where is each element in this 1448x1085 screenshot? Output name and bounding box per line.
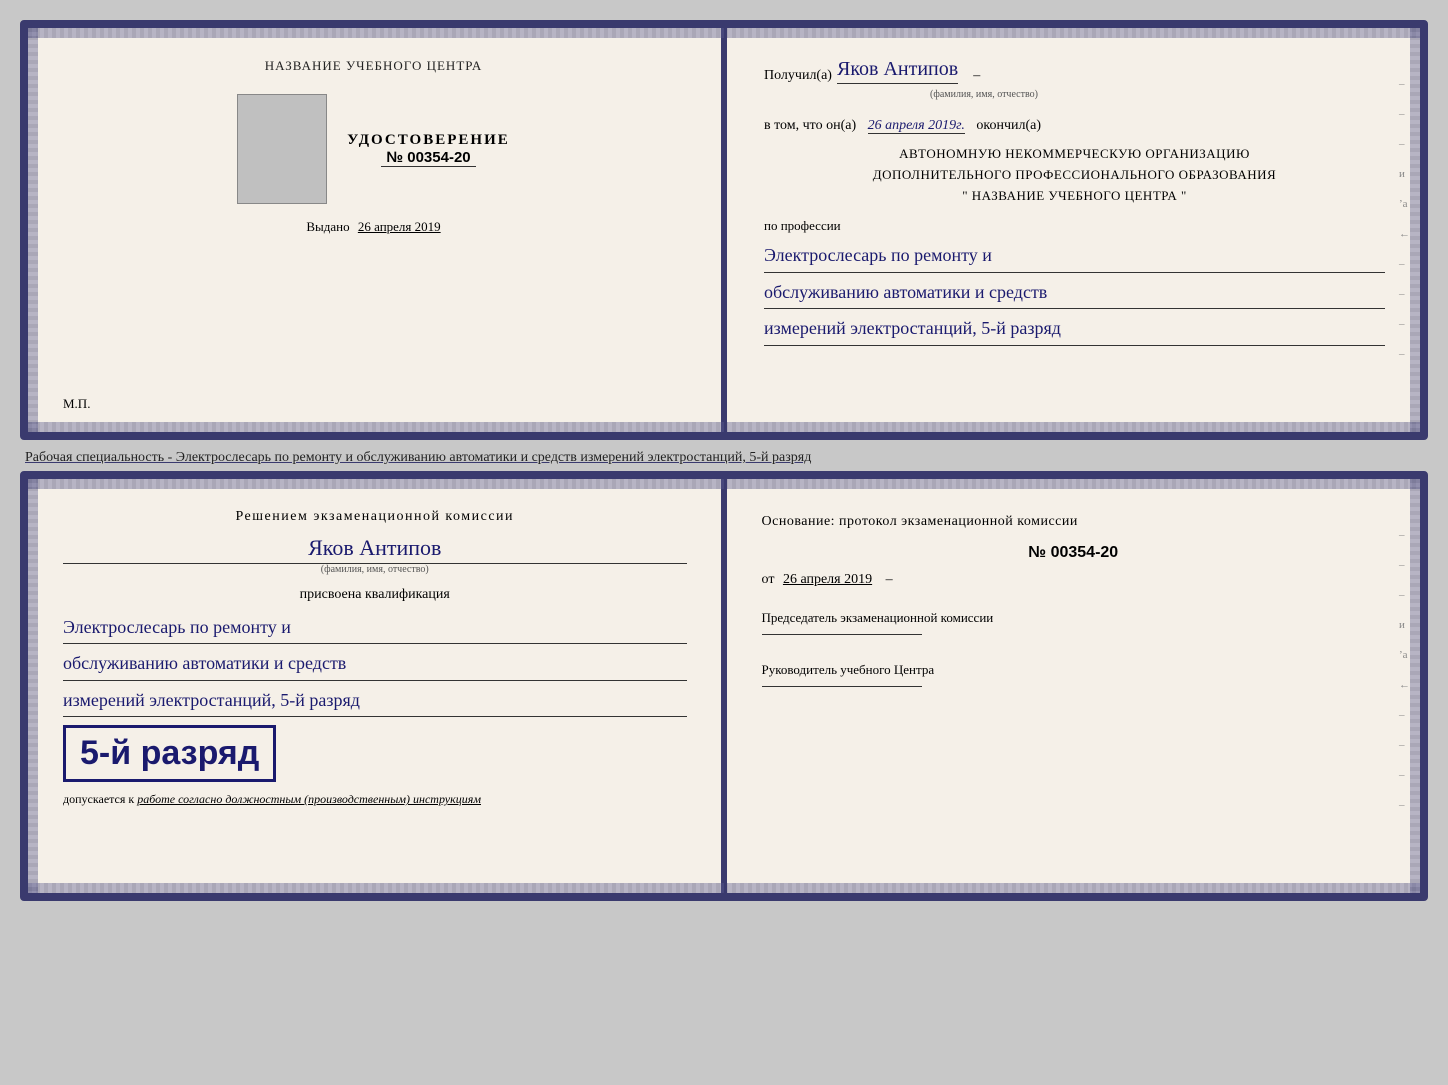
predsedatel-signature-line (762, 634, 922, 635)
dopuskaetsya-prefix: допускается к (63, 792, 134, 806)
osnovanie-block: Основание: протокол экзаменационной коми… (762, 509, 1386, 534)
recipient-name: Яков Антипов (837, 58, 958, 84)
vtom-line: в том, что он(а) 26 апреля 2019г. окончи… (764, 118, 1385, 134)
recipient-name-note: (фамилия, имя, отчество) (834, 89, 1134, 100)
osnovanie-prefix: Основание: протокол экзаменационной коми… (762, 514, 1078, 529)
top-book-left-page: НАЗВАНИЕ УЧЕБНОГО ЦЕНТРА УДОСТОВЕРЕНИЕ №… (28, 28, 724, 432)
side-marks-top: – – – и ʼа ← – – – – (1399, 78, 1410, 360)
po-professii-label: по профессии (764, 218, 1385, 234)
predsedatel-title: Председатель экзаменационной комиссии (762, 608, 1386, 629)
bottom-profession-line2: обслуживанию автоматики и средств (63, 647, 687, 680)
page-wrapper: НАЗВАНИЕ УЧЕБНОГО ЦЕНТРА УДОСТОВЕРЕНИЕ №… (20, 20, 1428, 901)
vydano-line: Выдано 26 апреля 2019 (306, 219, 440, 235)
udostoverenie-title: УДОСТОВЕРЕНИЕ (347, 132, 510, 149)
bottom-profession-line1: Электрослесарь по ремонту и (63, 611, 687, 644)
bottom-person-name: Яков Антипов (63, 535, 687, 564)
profession-line3: измерений электростанций, 5-й разряд (764, 312, 1385, 345)
bottom-diploma-book: Решением экзаменационной комиссии Яков А… (20, 471, 1428, 901)
top-diploma-book: НАЗВАНИЕ УЧЕБНОГО ЦЕНТРА УДОСТОВЕРЕНИЕ №… (20, 20, 1428, 440)
middle-text-content: Рабочая специальность - Электрослесарь п… (25, 450, 811, 465)
middle-text: Рабочая специальность - Электрослесарь п… (20, 440, 1428, 471)
ot-date: 26 апреля 2019 (783, 572, 872, 587)
prisvoena-label: присвоена квалификация (63, 587, 687, 603)
dash-right: – (886, 572, 893, 587)
dopuskaetsya-text: работе согласно должностным (производств… (137, 792, 481, 806)
mp-label: М.П. (63, 396, 90, 412)
udostoverenie-block: УДОСТОВЕРЕНИЕ № 00354-20 (347, 132, 510, 167)
profession-line2: обслуживанию автоматики и средств (764, 276, 1385, 309)
rank-box: 5-й разряд (63, 725, 276, 782)
org-line3: " НАЗВАНИЕ УЧЕБНОГО ЦЕНТРА " (764, 186, 1385, 207)
rukovoditel-title: Руководитель учебного Центра (762, 660, 1386, 681)
bottom-book-left-page: Решением экзаменационной комиссии Яков А… (28, 479, 722, 893)
bottom-name-note: (фамилия, имя, отчество) (63, 564, 687, 575)
bottom-profession-line3: измерений электростанций, 5-й разряд (63, 684, 687, 717)
poluchil-line: Получил(а) Яков Антипов – (764, 58, 1385, 84)
left-center-title: НАЗВАНИЕ УЧЕБНОГО ЦЕНТРА (265, 58, 482, 74)
rukovoditel-signature-line (762, 686, 922, 687)
vtom-prefix: в том, что он(а) (764, 118, 856, 133)
photo-row: УДОСТОВЕРЕНИЕ № 00354-20 (63, 94, 684, 204)
photo-placeholder (237, 94, 327, 204)
profession-line1: Электрослесарь по ремонту и (764, 239, 1385, 272)
vydano-date: 26 апреля 2019 (358, 219, 441, 234)
person-name-block: Яков Антипов (фамилия, имя, отчество) (63, 535, 687, 575)
udostoverenie-number: № 00354-20 (381, 149, 475, 167)
dash1: – (973, 68, 980, 84)
poluchil-prefix: Получил(а) (764, 68, 832, 84)
reshenie-title: Решением экзаменационной комиссии (63, 509, 687, 525)
bottom-book-right-page: Основание: протокол экзаменационной коми… (722, 479, 1421, 893)
top-book-right-page: Получил(а) Яков Антипов – (фамилия, имя,… (724, 28, 1420, 432)
okonchil-text: окончил(а) (976, 118, 1041, 133)
rank-text: 5-й разряд (80, 734, 259, 772)
vydano-prefix: Выдано (306, 219, 349, 234)
ot-line: от 26 апреля 2019 – (762, 572, 1386, 588)
org-line2: ДОПОЛНИТЕЛЬНОГО ПРОФЕССИОНАЛЬНОГО ОБРАЗО… (764, 165, 1385, 186)
protocol-number: № 00354-20 (762, 544, 1386, 562)
rukovoditel-block: Руководитель учебного Центра (762, 660, 1386, 687)
dopuskaetsya-block: допускается к работе согласно должностны… (63, 792, 687, 807)
vtom-date: 26 апреля 2019г. (868, 118, 965, 134)
org-line1: АВТОНОМНУЮ НЕКОММЕРЧЕСКУЮ ОРГАНИЗАЦИЮ (764, 144, 1385, 165)
ot-prefix: от (762, 572, 775, 587)
org-block: АВТОНОМНУЮ НЕКОММЕРЧЕСКУЮ ОРГАНИЗАЦИЮ ДО… (764, 144, 1385, 206)
side-marks-bottom: – – – и ʼа ← – – – – (1399, 529, 1410, 811)
predsedatel-block: Председатель экзаменационной комиссии (762, 608, 1386, 635)
